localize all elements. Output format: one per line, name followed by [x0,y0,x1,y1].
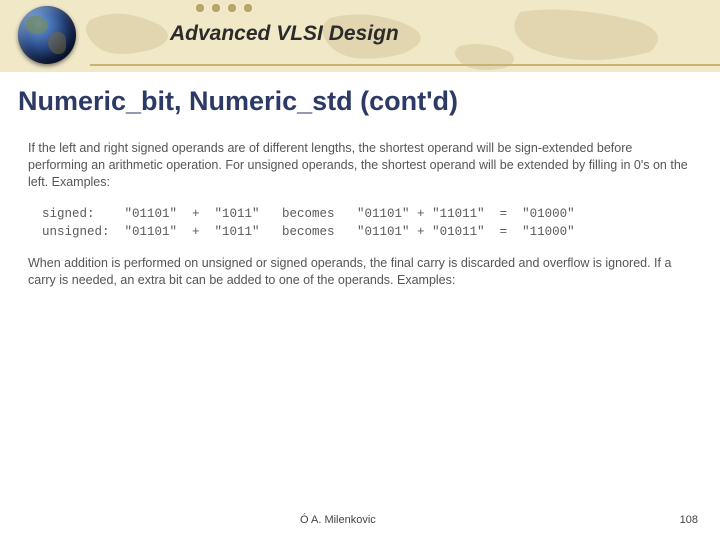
slide: Advanced VLSI Design Numeric_bit, Numeri… [0,0,720,540]
example-block: signed: "01101" + "1011" becomes "01101"… [42,205,692,241]
footer-page-number: 108 [680,514,698,526]
header-band: Advanced VLSI Design [0,0,720,72]
slide-body: If the left and right signed operands ar… [28,140,692,303]
paragraph-overflow: When addition is performed on unsigned o… [28,255,692,289]
header-divider [90,64,720,66]
slide-title: Numeric_bit, Numeric_std (cont'd) [18,86,458,117]
paragraph-sign-extension: If the left and right signed operands ar… [28,140,692,191]
footer-author: Ó A. Milenkovic [300,514,376,526]
course-title: Advanced VLSI Design [170,22,399,46]
globe-icon [18,6,76,64]
